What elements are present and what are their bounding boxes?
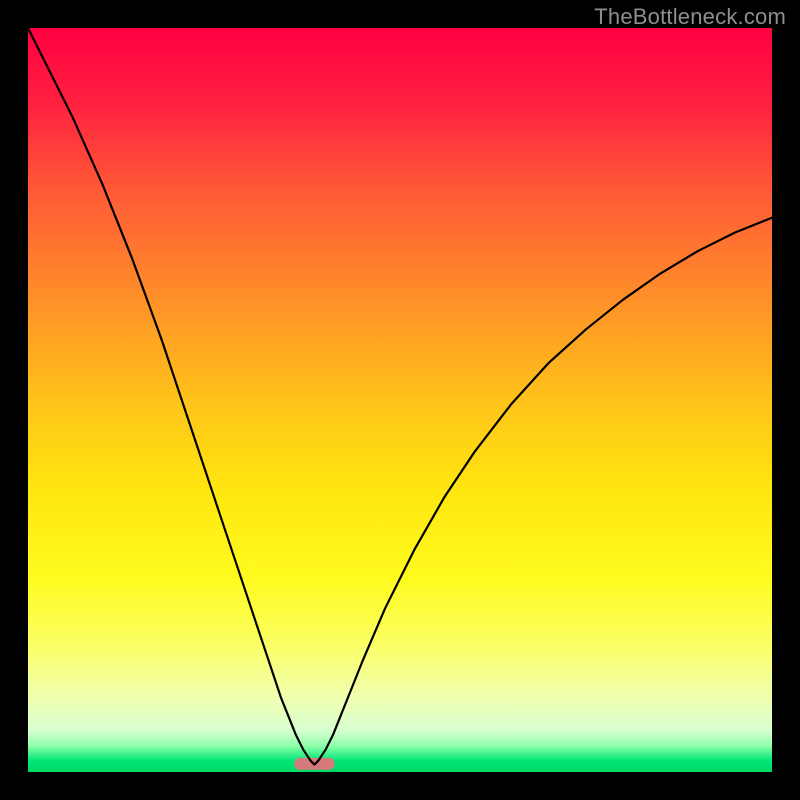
watermark-text: TheBottleneck.com (594, 4, 786, 30)
plot-area (28, 28, 772, 772)
chart-frame: TheBottleneck.com (0, 0, 800, 800)
chart-svg (28, 28, 772, 772)
gradient-background (28, 28, 772, 772)
